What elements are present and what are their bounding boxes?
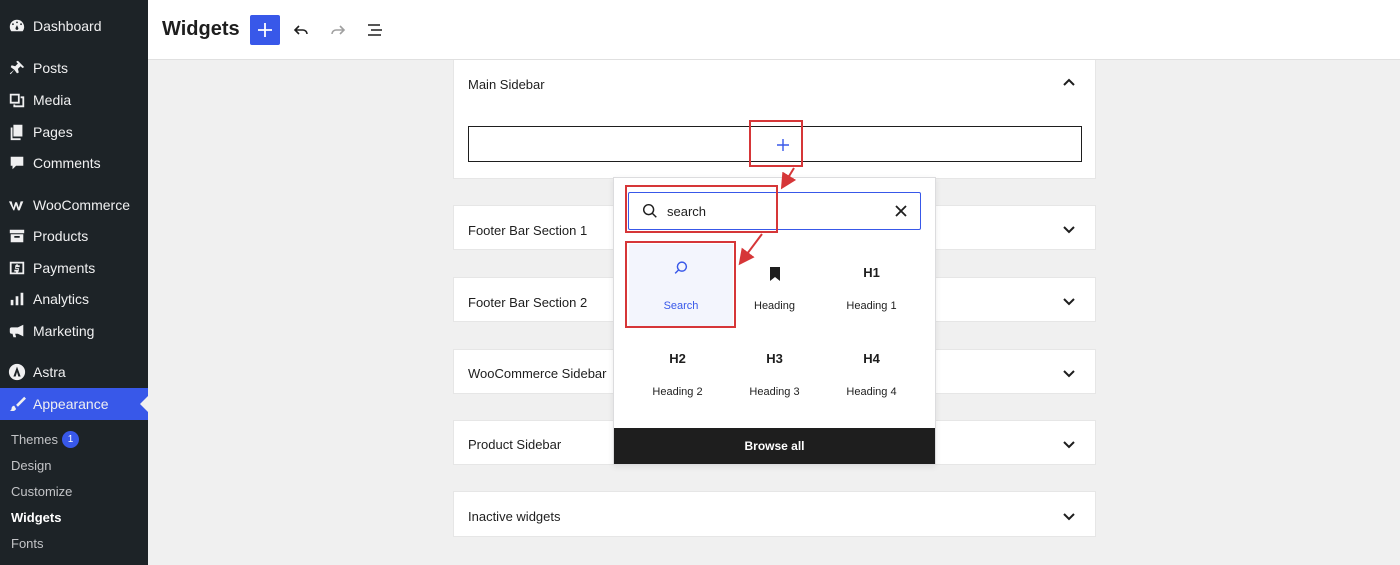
annotation-box-appender xyxy=(749,120,803,167)
widget-area-title: Product Sidebar xyxy=(468,437,562,452)
submenu-label: Widgets xyxy=(11,509,62,525)
heading-2-glyph: H2 xyxy=(669,350,686,366)
heading-1-glyph: H1 xyxy=(863,264,880,280)
sidebar-item-comments[interactable]: Comments xyxy=(0,147,148,179)
chevron-down-icon[interactable] xyxy=(1061,293,1077,309)
annotation-box-search-field xyxy=(625,185,778,233)
widget-area-title: Main Sidebar xyxy=(468,77,545,92)
heading-3-glyph: H3 xyxy=(766,350,783,366)
sidebar-item-label: Comments xyxy=(33,155,101,171)
bookmark-icon xyxy=(726,264,823,284)
chevron-down-icon[interactable] xyxy=(1061,436,1077,452)
block-item-label: Heading 3 xyxy=(749,386,800,398)
block-inserter-toggle-button[interactable] xyxy=(250,15,280,45)
block-item-label: Heading 4 xyxy=(846,386,897,398)
heading-4-glyph: H4 xyxy=(863,350,880,366)
sidebar-item-dashboard[interactable]: Dashboard xyxy=(0,10,148,42)
money-icon xyxy=(7,258,27,278)
chevron-down-icon[interactable] xyxy=(1061,365,1077,381)
sidebar-item-woocommerce[interactable]: WooCommerce xyxy=(0,189,148,221)
redo-button[interactable] xyxy=(323,15,353,45)
submenu-label: Themes xyxy=(11,431,58,447)
browse-all-button[interactable]: Browse all xyxy=(614,428,935,464)
admin-sidebar: Dashboard Posts Media Pages Comments Woo… xyxy=(0,0,148,565)
block-item-label: Heading 1 xyxy=(846,300,897,312)
sidebar-item-astra[interactable]: Astra xyxy=(0,356,148,388)
sidebar-item-label: Media xyxy=(33,92,72,108)
sidebar-item-label: Analytics xyxy=(33,291,90,307)
list-view-button[interactable] xyxy=(360,15,390,45)
sidebar-item-label: Marketing xyxy=(33,323,95,339)
submenu-item-design[interactable]: Design xyxy=(11,455,51,475)
block-item-label: Heading xyxy=(754,300,795,312)
widget-area-title: Footer Bar Section 1 xyxy=(468,223,588,238)
sidebar-item-appearance[interactable]: Appearance xyxy=(0,388,148,420)
widget-area-title: WooCommerce Sidebar xyxy=(468,366,607,381)
close-icon[interactable] xyxy=(894,204,908,218)
archive-icon xyxy=(7,226,27,246)
sidebar-item-label: WooCommerce xyxy=(33,197,130,213)
paintbrush-icon xyxy=(7,394,27,414)
undo-icon xyxy=(293,25,308,35)
sidebar-item-payments[interactable]: Payments xyxy=(0,252,148,284)
submenu-item-themes[interactable]: Themes 1 xyxy=(11,429,79,449)
woocommerce-icon xyxy=(7,195,27,215)
block-item-label: Heading 2 xyxy=(652,386,703,398)
redo-icon xyxy=(331,25,346,35)
submenu-item-fonts[interactable]: Fonts xyxy=(11,533,44,553)
sidebar-item-media[interactable]: Media xyxy=(0,84,148,116)
block-item-heading-4[interactable]: H4 Heading 4 xyxy=(823,334,920,414)
sidebar-item-label: Products xyxy=(33,228,89,244)
media-icon xyxy=(7,90,27,110)
editor-header: Widgets xyxy=(148,0,1400,60)
sidebar-item-products[interactable]: Products xyxy=(0,220,148,252)
sidebar-item-marketing[interactable]: Marketing xyxy=(0,315,148,347)
dashboard-icon xyxy=(7,16,27,36)
annotation-box-search-block xyxy=(625,241,736,328)
page-title: Widgets xyxy=(162,18,240,40)
chevron-down-icon[interactable] xyxy=(1061,508,1077,524)
plus-icon xyxy=(258,23,272,37)
block-item-heading-3[interactable]: H3 Heading 3 xyxy=(726,334,823,414)
list-view-icon xyxy=(368,24,382,36)
comment-icon xyxy=(7,153,27,173)
pin-icon xyxy=(7,58,27,78)
widget-area-title: Inactive widgets xyxy=(468,509,561,524)
bar-chart-icon xyxy=(7,289,27,309)
sidebar-item-label: Astra xyxy=(33,364,66,380)
sidebar-item-label: Appearance xyxy=(33,396,109,412)
widget-area-title: Footer Bar Section 2 xyxy=(468,295,588,310)
submenu-item-widgets[interactable]: Widgets xyxy=(11,507,61,527)
undo-button[interactable] xyxy=(286,15,316,45)
update-count-badge: 1 xyxy=(61,430,79,448)
submenu-label: Design xyxy=(11,457,52,473)
submenu-label: Customize xyxy=(11,483,73,499)
astra-icon xyxy=(7,362,27,382)
widget-area-inactive-widgets[interactable]: Inactive widgets xyxy=(453,491,1096,537)
submenu-label: Fonts xyxy=(11,535,44,551)
chevron-up-icon[interactable] xyxy=(1061,75,1077,91)
pages-icon xyxy=(7,122,27,142)
sidebar-item-pages[interactable]: Pages xyxy=(0,116,148,148)
sidebar-item-label: Payments xyxy=(33,260,96,276)
chevron-down-icon[interactable] xyxy=(1061,221,1077,237)
block-item-heading-2[interactable]: H2 Heading 2 xyxy=(629,334,726,414)
block-item-heading[interactable]: Heading xyxy=(726,248,823,328)
block-item-heading-1[interactable]: H1 Heading 1 xyxy=(823,248,920,328)
submenu-item-customize[interactable]: Customize xyxy=(11,481,72,501)
sidebar-item-label: Posts xyxy=(33,60,69,76)
sidebar-item-posts[interactable]: Posts xyxy=(0,52,148,84)
sidebar-item-label: Pages xyxy=(33,124,73,140)
megaphone-icon xyxy=(7,321,27,341)
sidebar-item-label: Dashboard xyxy=(33,18,102,34)
sidebar-item-analytics[interactable]: Analytics xyxy=(0,283,148,315)
